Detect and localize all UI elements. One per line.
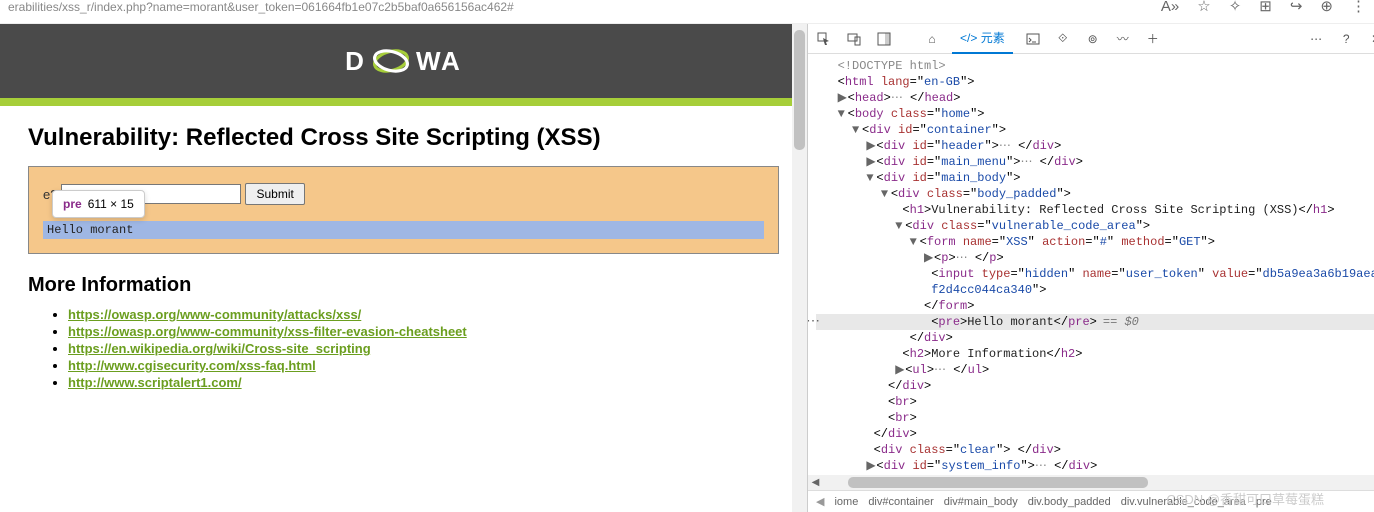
link-owasp-cheatsheet[interactable]: https://owasp.org/www-community/xss-filt… — [68, 324, 467, 339]
star-icon[interactable]: ☆ — [1197, 0, 1210, 14]
gutter-dots-icon[interactable]: ⋯ — [808, 314, 819, 330]
logo-swoosh-icon — [370, 40, 412, 82]
add-tab-icon[interactable]: ⊕ — [1320, 0, 1333, 14]
collections-icon[interactable]: ⊞ — [1259, 0, 1272, 14]
page-title: Vulnerability: Reflected Cross Site Scri… — [28, 124, 779, 152]
help-icon[interactable]: ? — [1336, 29, 1356, 49]
close-icon[interactable]: ✕ — [1366, 29, 1374, 49]
devtools-toolbar: ⌂ </> 元素 ⟐ ⊚ 〰 ＋ ⋯ ? ✕ — [808, 24, 1374, 54]
tab-elements[interactable]: </> 元素 — [952, 23, 1013, 54]
link-scriptalert1[interactable]: http://www.scriptalert1.com/ — [68, 375, 242, 390]
url-fragment: erabilities/xss_r/index.php?name=morant&… — [8, 0, 514, 14]
menu-icon[interactable]: ⋮ — [1351, 0, 1366, 14]
performance-tab-icon[interactable]: 〰 — [1113, 29, 1133, 49]
devtools-hscrollbar[interactable]: ◀ ▶ — [808, 475, 1374, 490]
dvwa-header: D WA — [0, 24, 807, 98]
inspect-icon[interactable] — [814, 29, 834, 49]
browser-actions: A» ☆ ✧ ⊞ ↪ ⊕ ⋮ — [1161, 0, 1366, 14]
more-icon[interactable]: ⋯ — [1306, 29, 1326, 49]
network-tab-icon[interactable]: ⊚ — [1083, 29, 1103, 49]
device-icon[interactable] — [844, 29, 864, 49]
link-owasp-xss[interactable]: https://owasp.org/www-community/attacks/… — [68, 307, 361, 322]
page-scrollbar[interactable] — [792, 24, 807, 512]
dvwa-logo: D WA — [345, 40, 462, 82]
more-info-heading: More Information — [28, 274, 779, 297]
dom-tree[interactable]: ⋯ <!DOCTYPE html> <html lang="en-GB"> ▶<… — [808, 54, 1374, 475]
element-tooltip: pre611 × 15 — [52, 190, 145, 218]
accent-bar — [0, 98, 807, 106]
dock-icon[interactable] — [874, 29, 894, 49]
scroll-left-icon[interactable]: ◀ — [808, 475, 823, 490]
favorites-icon[interactable]: ✧ — [1229, 0, 1242, 14]
sources-tab-icon[interactable]: ⟐ — [1053, 29, 1073, 49]
devtools-panel: ⌂ </> 元素 ⟐ ⊚ 〰 ＋ ⋯ ? ✕ ⋯ <!DOCTYPE html>… — [807, 24, 1374, 512]
link-cgisecurity[interactable]: http://www.cgisecurity.com/xss-faq.html — [68, 358, 316, 373]
reference-links: https://owasp.org/www-community/attacks/… — [28, 307, 779, 390]
page-viewport: D WA Vulnerability: Reflected Cross Site… — [0, 24, 807, 512]
dom-breadcrumb[interactable]: ◀ iome div#container div#main_body div.b… — [808, 490, 1374, 512]
output-pre: Hello morant — [43, 221, 764, 239]
console-tab-icon[interactable] — [1023, 29, 1043, 49]
welcome-tab-icon[interactable]: ⌂ — [922, 29, 942, 49]
add-tab-icon[interactable]: ＋ — [1143, 29, 1163, 49]
forward-icon[interactable]: ↪ — [1290, 0, 1303, 14]
submit-button[interactable]: Submit — [245, 183, 304, 205]
link-wikipedia[interactable]: https://en.wikipedia.org/wiki/Cross-site… — [68, 341, 371, 356]
reader-icon[interactable]: A» — [1161, 0, 1179, 14]
